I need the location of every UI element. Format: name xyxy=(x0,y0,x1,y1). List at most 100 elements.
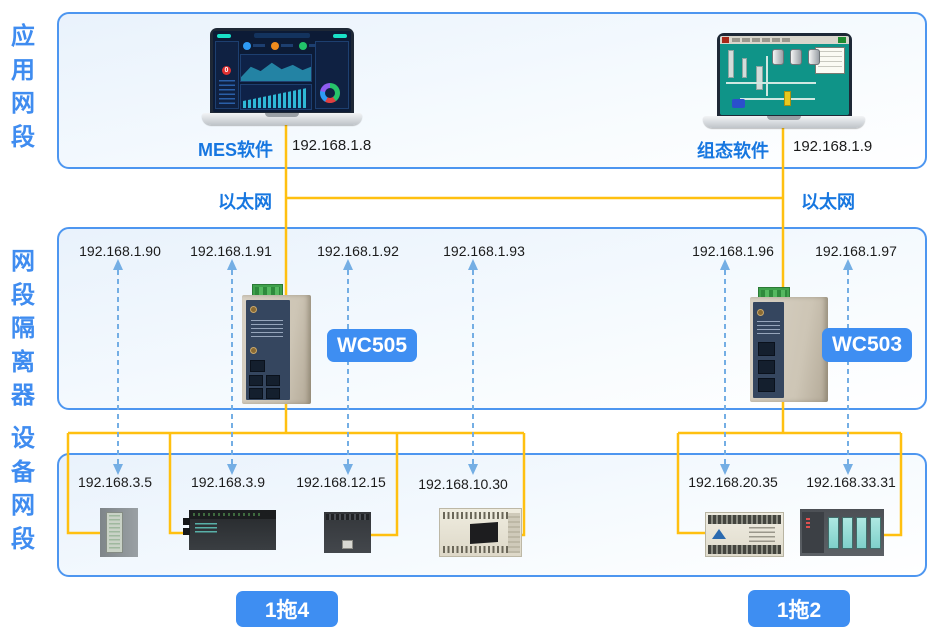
plc-terminal-row xyxy=(443,546,509,553)
ethernet-label-left: 以太网 xyxy=(218,188,272,214)
pipe-line xyxy=(726,82,816,84)
section-label-isolator: 网段隔离器 xyxy=(8,245,38,413)
dashboard-pill-left xyxy=(217,34,231,38)
ethernet-port xyxy=(250,360,265,372)
dashboard-right-panel xyxy=(315,41,349,109)
isolator-ip-6: 192.168.1.97 xyxy=(815,243,897,259)
plc-logo-controller-icon xyxy=(324,512,371,553)
dashboard-pill-right xyxy=(333,34,347,38)
kpi-dot-green xyxy=(299,42,307,50)
plc-side-vents xyxy=(508,513,520,553)
scada-ip-label: 192.168.1.9 xyxy=(793,138,872,155)
tank-icon xyxy=(772,49,784,65)
isolator-ip-5: 192.168.1.96 xyxy=(692,243,774,259)
plc-s7-300-rack-icon xyxy=(800,509,884,556)
module-door xyxy=(842,517,853,549)
wc505-gateway-icon xyxy=(242,284,311,404)
isolator-ip-1: 192.168.1.90 xyxy=(79,243,161,259)
ethernet-port xyxy=(758,378,775,392)
gateway-front-panel xyxy=(753,302,784,398)
isolator-ip-3: 192.168.1.92 xyxy=(317,243,399,259)
one-to-four-badge: 1拖4 xyxy=(236,591,338,627)
column-icon xyxy=(728,50,734,78)
vessel-icon xyxy=(784,91,791,106)
gateway-body xyxy=(750,297,828,402)
area-chart xyxy=(240,54,312,82)
device-ip-6: 192.168.33.31 xyxy=(806,474,896,490)
kpi-dot-blue xyxy=(243,42,251,50)
toolbar-green-button xyxy=(838,37,846,43)
ethernet-port xyxy=(266,375,280,386)
section-label-application: 应用网段 xyxy=(8,20,38,154)
one-to-two-badge: 1拖2 xyxy=(748,590,850,627)
led-labels xyxy=(251,320,283,338)
plc-terminal-row xyxy=(443,512,509,519)
rack-power-module xyxy=(802,512,824,553)
mes-ip-label: 192.168.1.8 xyxy=(292,137,371,154)
bar-chart-series xyxy=(243,88,307,108)
scada-toolbar xyxy=(720,36,849,44)
delta-logo xyxy=(712,529,726,539)
device-ip-5: 192.168.20.35 xyxy=(688,474,778,490)
plc-terminal-strip xyxy=(189,510,276,519)
plc-siemens-module-icon xyxy=(100,508,138,557)
plc-connector xyxy=(183,518,190,525)
plc-terminal-row xyxy=(708,545,781,554)
scada-hmi-screen xyxy=(720,36,849,115)
mes-dashboard-screen: 0 xyxy=(213,31,351,112)
antenna-connector xyxy=(250,347,257,354)
alarm-list-rows xyxy=(219,80,235,106)
pump-icon xyxy=(732,99,745,108)
laptop-screen xyxy=(717,33,852,118)
laptop-base xyxy=(703,116,865,128)
tank-icon xyxy=(808,49,820,65)
plc-front-plate xyxy=(106,512,123,553)
gateway-front-panel xyxy=(246,300,290,400)
isolator-ip-2: 192.168.1.91 xyxy=(190,243,272,259)
area-chart-series xyxy=(241,55,311,81)
bar-chart xyxy=(240,84,312,110)
tank-icon xyxy=(790,49,802,65)
kpi-dot-orange xyxy=(271,42,279,50)
dashboard-header xyxy=(254,33,309,38)
toolbar-buttons xyxy=(732,38,790,42)
mes-software-label: MES软件 xyxy=(198,136,273,162)
wc503-model-badge: WC503 xyxy=(822,328,912,362)
column-icon xyxy=(756,66,763,90)
pipe-line xyxy=(740,98,815,100)
ethernet-port xyxy=(758,342,775,356)
module-door xyxy=(856,517,867,549)
laptop-screen: 0 xyxy=(210,28,354,115)
ethernet-port xyxy=(758,360,775,374)
alarm-count: 0 xyxy=(222,66,231,75)
network-topology-diagram: 应用网段 网段隔离器 设备网段 xyxy=(0,0,939,634)
wc505-model-badge: WC505 xyxy=(327,329,417,362)
plc-terminal-row xyxy=(708,515,781,524)
mes-laptop: 0 xyxy=(202,28,362,126)
plc-terminal-strip xyxy=(326,514,369,520)
module-door xyxy=(828,517,839,549)
dashboard-left-panel: 0 xyxy=(215,41,239,109)
plc-mitsubishi-fx-icon xyxy=(439,508,522,557)
plc-label xyxy=(195,523,217,533)
device-ip-4: 192.168.10.30 xyxy=(418,476,508,492)
donut-chart xyxy=(320,83,340,103)
plc-label xyxy=(749,527,775,543)
laptop-base xyxy=(202,113,362,125)
gateway-body xyxy=(242,295,311,404)
led-labels xyxy=(757,321,780,337)
ethernet-port xyxy=(249,375,263,386)
device-ip-1: 192.168.3.5 xyxy=(78,474,152,490)
device-ip-2: 192.168.3.9 xyxy=(191,474,265,490)
plc-s7-200-icon xyxy=(189,510,276,550)
ethernet-port xyxy=(249,388,263,399)
scada-software-label: 组态软件 xyxy=(697,137,769,163)
device-ip-3: 192.168.12.15 xyxy=(296,474,386,490)
wc503-gateway-icon xyxy=(750,287,828,402)
plc-label-panel xyxy=(470,522,498,544)
module-door xyxy=(870,517,881,549)
plc-port xyxy=(342,540,353,549)
section-label-devices: 设备网段 xyxy=(8,422,38,556)
toolbar-red-button xyxy=(722,37,729,43)
pipe-line xyxy=(766,56,768,96)
